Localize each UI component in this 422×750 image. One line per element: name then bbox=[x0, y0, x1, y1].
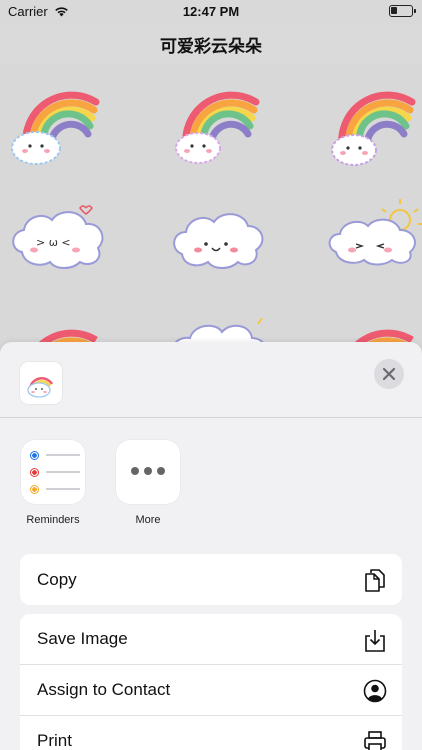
shared-image-thumbnail bbox=[20, 362, 62, 404]
app-more[interactable]: More bbox=[110, 440, 186, 526]
sticker-grid: > ω < bbox=[0, 64, 422, 387]
reminder-dot-blue bbox=[30, 450, 39, 460]
status-time: 12:47 PM bbox=[182, 4, 240, 19]
share-sheet: Reminders More Copy Save Image Assign to… bbox=[0, 342, 422, 750]
action-save-image[interactable]: Save Image bbox=[20, 614, 402, 665]
share-sheet-header bbox=[0, 342, 422, 418]
svg-text:> ω <: > ω < bbox=[36, 236, 71, 249]
action-group-main: Save Image Assign to Contact Print bbox=[20, 614, 402, 750]
sticker-cloud-sun[interactable] bbox=[322, 190, 422, 300]
sticker-cloud-face[interactable] bbox=[164, 190, 284, 300]
more-icon bbox=[116, 440, 180, 504]
save-icon bbox=[365, 630, 385, 652]
app-label: More bbox=[135, 514, 161, 526]
action-group-copy: Copy bbox=[20, 554, 402, 605]
sticker-rainbow-cloud[interactable] bbox=[6, 78, 126, 188]
action-label: Copy bbox=[37, 569, 77, 589]
sticker-cloud-face[interactable]: > ω < bbox=[4, 190, 124, 300]
action-assign-contact[interactable]: Assign to Contact bbox=[20, 665, 402, 716]
battery-icon bbox=[389, 5, 416, 17]
reminder-dot-orange bbox=[30, 484, 39, 494]
app-reminders[interactable]: Reminders bbox=[15, 440, 91, 526]
action-copy[interactable]: Copy bbox=[20, 554, 402, 605]
reminders-icon bbox=[21, 440, 85, 504]
sticker-rainbow-cloud[interactable] bbox=[322, 78, 422, 188]
action-label: Assign to Contact bbox=[37, 680, 171, 699]
page-title: 可爱彩云朵朵 bbox=[160, 36, 262, 57]
nav-bar: 可爱彩云朵朵 bbox=[0, 24, 422, 64]
app-label: Reminders bbox=[26, 514, 80, 526]
close-icon bbox=[383, 368, 395, 380]
cloud-rainbow-thumbnail-icon bbox=[27, 377, 54, 398]
sticker-rainbow-cloud[interactable] bbox=[166, 78, 286, 188]
status-bar: Carrier 12:47 PM bbox=[0, 0, 422, 24]
action-label: Print bbox=[37, 731, 72, 750]
contact-icon bbox=[363, 679, 387, 703]
action-print[interactable]: Print bbox=[20, 716, 402, 750]
battery-level bbox=[391, 7, 397, 14]
action-label: Save Image bbox=[37, 629, 128, 648]
copy-icon bbox=[365, 569, 385, 592]
share-apps-row: Reminders More bbox=[0, 440, 422, 530]
close-button[interactable] bbox=[374, 359, 404, 389]
printer-icon bbox=[364, 731, 386, 750]
reminder-dot-red bbox=[30, 467, 39, 477]
